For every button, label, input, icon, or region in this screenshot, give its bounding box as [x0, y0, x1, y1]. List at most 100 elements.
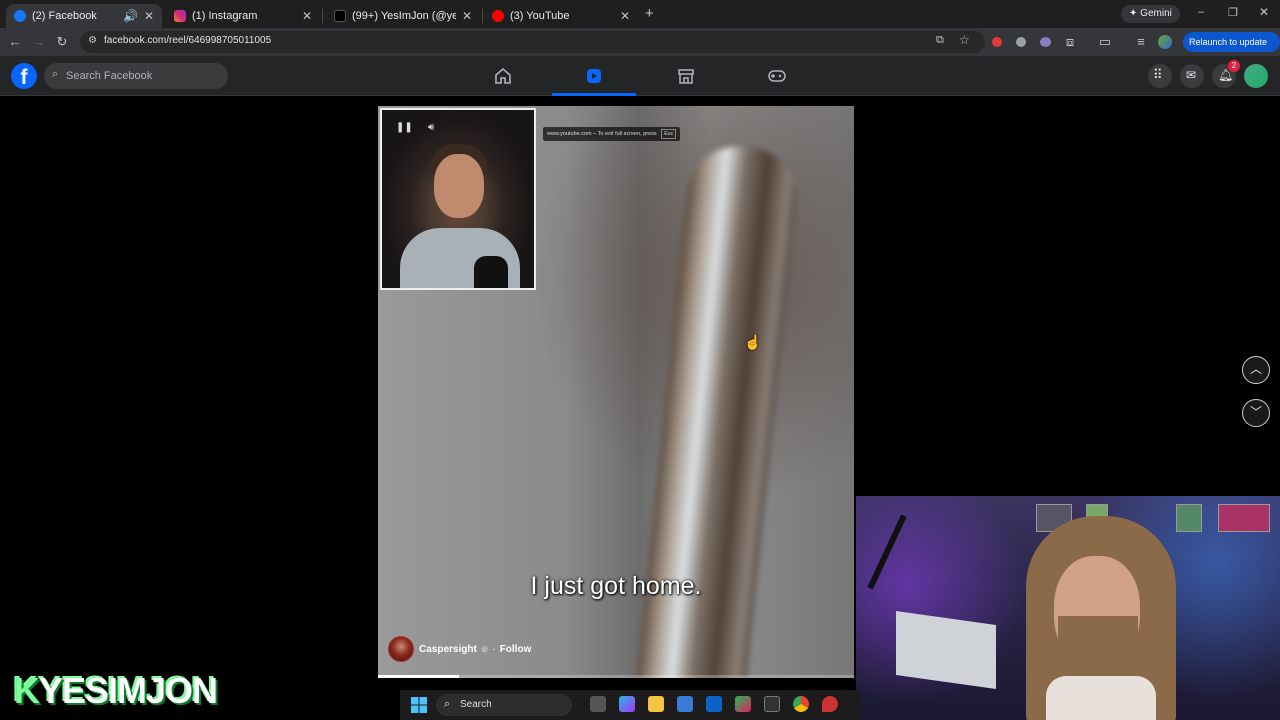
messenger-icon: ✉	[1186, 68, 1197, 82]
extension-gray-icon[interactable]	[1016, 37, 1026, 47]
streamer-shirt	[1046, 676, 1156, 720]
esc-key-hint: Esc	[661, 129, 677, 139]
active-tab-indicator	[552, 93, 636, 96]
volume-icon[interactable]: 🔊︎	[428, 122, 434, 133]
reading-list-icon[interactable]: ≡	[1132, 33, 1150, 51]
tiktok-favicon-icon	[334, 10, 346, 22]
mail-icon[interactable]	[706, 696, 722, 712]
app-icon[interactable]	[735, 696, 751, 712]
streamer-name-overlay: KYESIMJON	[14, 670, 218, 712]
streamer-initial: K	[14, 670, 40, 711]
microphone	[474, 256, 508, 288]
tab-title: (99+) YesImJon (@yesimjon) | Ti	[352, 10, 456, 22]
facebook-logo[interactable]: f	[11, 63, 37, 89]
youtube-favicon-icon	[492, 10, 504, 22]
window-close-button[interactable]: ✕	[1259, 5, 1269, 19]
tab-title: (2) Facebook	[32, 10, 97, 22]
bookmark-star-icon[interactable]: ☆	[959, 33, 970, 47]
follow-button[interactable]: Follow	[500, 644, 532, 655]
laptop	[896, 610, 996, 690]
video-progress-bar[interactable]	[378, 675, 854, 678]
extensions-puzzle-icon[interactable]: ⧈	[1061, 33, 1079, 51]
back-button[interactable]: ←	[6, 33, 24, 51]
browser-toolbar: ← → ↻ ⚙ facebook.com/reel/64699870501100…	[0, 28, 1280, 67]
fullscreen-notice-text: www.youtube.com – To exit full screen, p…	[547, 131, 657, 137]
reactor-webcam: ❚❚ 🔊︎	[380, 108, 536, 290]
wall-poster	[1176, 504, 1202, 532]
tab-tiktok[interactable]: (99+) YesImJon (@yesimjon) | Ti ✕	[326, 4, 480, 28]
marketplace-icon[interactable]	[676, 66, 696, 86]
next-reel-button[interactable]: ﹀	[1242, 399, 1270, 427]
forward-button[interactable]: →	[30, 33, 48, 51]
maps-pin-icon[interactable]	[822, 696, 838, 712]
author-row: Caspersight ⊚ · Follow	[388, 636, 531, 662]
menu-grid-button[interactable]: ⠿	[1148, 64, 1172, 88]
tab-close-icon[interactable]: ✕	[144, 9, 154, 23]
profile-avatar[interactable]	[1158, 35, 1172, 49]
tab-close-icon[interactable]: ✕	[620, 9, 630, 23]
video-caption: I just got home.	[530, 572, 702, 600]
relaunch-button[interactable]: Relaunch to update ⋮	[1183, 32, 1280, 67]
verified-icon: ⊚	[480, 643, 489, 654]
minimize-button[interactable]: –	[1198, 6, 1204, 18]
search-input[interactable]: ⌕ Search Facebook	[44, 63, 228, 89]
reels-icon[interactable]	[584, 66, 604, 86]
facebook-favicon-icon	[14, 10, 26, 22]
extension-purple-icon[interactable]	[1040, 37, 1051, 47]
notification-badge: 2	[1228, 60, 1240, 72]
account-avatar[interactable]	[1244, 64, 1268, 88]
author-avatar[interactable]	[388, 636, 414, 662]
streamer-webcam	[856, 496, 1280, 720]
tab-close-icon[interactable]: ✕	[302, 9, 312, 23]
windows-start-icon[interactable]	[411, 697, 427, 713]
mic-arm	[867, 514, 907, 590]
app-icon[interactable]	[764, 696, 780, 712]
instagram-favicon-icon	[174, 10, 186, 22]
hand-cursor-icon: ☝	[744, 334, 762, 350]
url-text: facebook.com/reel/646998705011005	[104, 35, 272, 46]
previous-reel-button[interactable]: ︿	[1242, 356, 1270, 384]
webcam-face	[434, 154, 484, 218]
file-explorer-icon[interactable]	[648, 696, 664, 712]
gaming-icon[interactable]	[767, 66, 787, 86]
tab-audio-icon[interactable]: 🔊	[123, 9, 138, 23]
tab-close-icon[interactable]: ✕	[462, 9, 472, 23]
new-tab-button[interactable]: +	[645, 5, 654, 22]
gemini-button[interactable]: ✦ Gemini	[1121, 5, 1180, 23]
tab-separator	[322, 9, 323, 23]
search-icon: ⌕	[444, 698, 451, 710]
search-placeholder: Search Facebook	[66, 70, 153, 82]
tab-title: (1) Instagram	[192, 10, 258, 22]
facebook-header: f ⌕ Search Facebook ⠿ ✉ 🔔︎ 2	[0, 56, 1280, 96]
video-progress-fill	[378, 675, 459, 678]
notifications-button[interactable]: 🔔︎ 2	[1212, 60, 1240, 88]
wall-poster	[1218, 504, 1270, 532]
address-bar[interactable]: ⚙ facebook.com/reel/646998705011005 ⧉ ☆	[80, 31, 985, 53]
reload-button[interactable]: ↻	[53, 33, 71, 51]
store-icon[interactable]	[677, 696, 693, 712]
copilot-icon[interactable]	[619, 696, 635, 712]
tab-title: (3) YouTube	[510, 10, 570, 22]
cast-icon[interactable]: ▭	[1096, 33, 1114, 51]
tab-facebook[interactable]: (2) Facebook 🔊 ✕	[6, 4, 162, 28]
windows-taskbar: ⌕ Search	[400, 690, 860, 720]
relaunch-label: Relaunch to update	[1189, 37, 1268, 47]
install-app-icon[interactable]: ⧉	[936, 34, 944, 47]
tab-youtube[interactable]: (3) YouTube ✕	[484, 4, 638, 28]
browser-tab-strip: (2) Facebook 🔊 ✕ (1) Instagram ✕ (99+) Y…	[0, 0, 1280, 28]
task-view-icon[interactable]	[590, 696, 606, 712]
site-info-icon[interactable]: ⚙	[88, 35, 97, 46]
restore-button[interactable]: ❐	[1228, 6, 1238, 19]
extension-red-icon[interactable]	[992, 37, 1002, 47]
author-name[interactable]: Caspersight	[419, 644, 477, 655]
gemini-icon: ✦	[1129, 8, 1141, 19]
taskbar-search[interactable]: ⌕ Search	[436, 694, 572, 716]
pause-icon[interactable]: ❚❚	[396, 122, 413, 133]
chrome-icon[interactable]	[793, 696, 809, 712]
taskbar-search-label: Search	[460, 699, 492, 710]
tab-instagram[interactable]: (1) Instagram ✕	[166, 4, 320, 28]
gemini-label: Gemini	[1140, 8, 1172, 19]
follow-separator: ·	[492, 643, 496, 655]
home-icon[interactable]	[493, 66, 513, 86]
messenger-button[interactable]: ✉	[1180, 64, 1204, 88]
